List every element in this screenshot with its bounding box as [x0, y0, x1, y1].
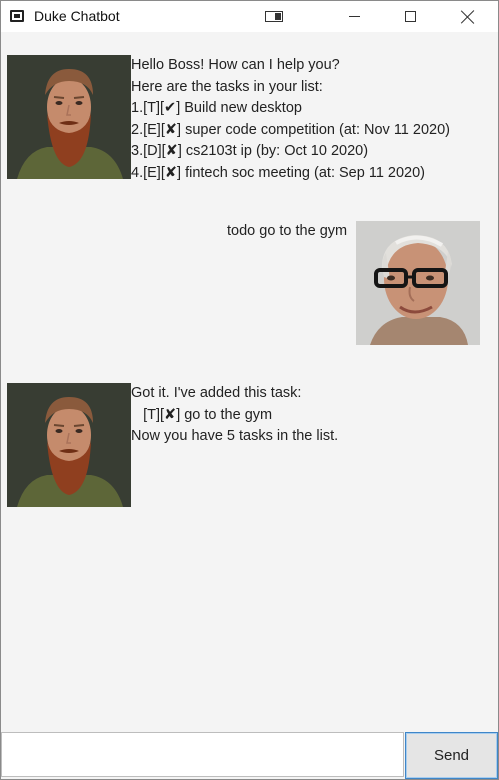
not-done-mark: ✘ [164, 121, 178, 138]
not-done-mark: ✘ [164, 164, 178, 181]
app-icon [10, 10, 24, 22]
input-bar: Send [1, 730, 498, 779]
duke-avatar [7, 383, 131, 507]
close-button[interactable] [445, 1, 491, 32]
user-message-text: todo go to the gym [227, 223, 348, 239]
task-text: ] cs2103t ip (by: Oct 10 2020) [177, 143, 369, 159]
task-item: 2.[E][✘] super code competition (at: Nov… [131, 120, 450, 142]
reply-line: Got it. I've added this task: [131, 385, 302, 401]
task-item: 4.[E][✘] fintech soc meeting (at: Sep 11… [131, 163, 450, 185]
send-button[interactable]: Send [405, 732, 498, 779]
task-prefix: 2.[E][ [131, 121, 165, 138]
task-text: ] fintech soc meeting (at: Sep 11 2020) [177, 164, 426, 181]
user-message: todo go to the gym [227, 221, 347, 243]
duke-avatar [7, 55, 131, 179]
added-task-line: [T][✘] go to the gym [131, 405, 338, 427]
bearded-man-image [7, 55, 131, 179]
older-man-image [356, 221, 480, 345]
duke-greeting-message: Hello Boss! How can I help you? Here are… [131, 55, 450, 184]
task-text: ] Build new desktop [176, 100, 302, 116]
done-mark: ✔ [164, 100, 177, 116]
close-icon [461, 10, 475, 24]
duke-reply-message: Got it. I've added this task: [T][✘] go … [131, 383, 338, 448]
snap-layout-button[interactable] [251, 1, 297, 32]
snap-icon [265, 11, 283, 22]
message-input[interactable] [1, 732, 404, 777]
task-prefix: 3.[D][ [131, 143, 166, 159]
window-title: Duke Chatbot [34, 8, 120, 24]
title-bar[interactable]: Duke Chatbot [1, 1, 498, 32]
task-count-line: Now you have 5 tasks in the list. [131, 428, 339, 444]
not-done-mark: ✘ [165, 143, 178, 159]
maximize-icon [404, 11, 416, 22]
not-done-mark: ✘ [164, 406, 177, 423]
task-item: 1.[T][✔] Build new desktop [131, 98, 450, 120]
task-item: 3.[D][✘] cs2103t ip (by: Oct 10 2020) [131, 141, 450, 163]
greeting-line: Hello Boss! How can I help you? [131, 57, 340, 73]
dialog-container[interactable]: Hello Boss! How can I help you? Here are… [1, 33, 498, 730]
task-list-heading: Here are the tasks in your list: [131, 78, 323, 95]
user-avatar [356, 221, 480, 345]
task-text: ] go to the gym [176, 406, 273, 423]
task-prefix: [T][ [131, 406, 165, 423]
minimize-button[interactable] [331, 1, 377, 32]
minimize-icon [348, 16, 360, 17]
task-prefix: 1.[T][ [131, 100, 165, 116]
task-text: ] super code competition (at: Nov 11 202… [177, 121, 450, 138]
task-prefix: 4.[E][ [131, 164, 165, 181]
app-window: Duke Chatbot Hello Boss! How can I help … [0, 0, 499, 780]
maximize-button[interactable] [387, 1, 433, 32]
bearded-man-image [7, 383, 131, 507]
